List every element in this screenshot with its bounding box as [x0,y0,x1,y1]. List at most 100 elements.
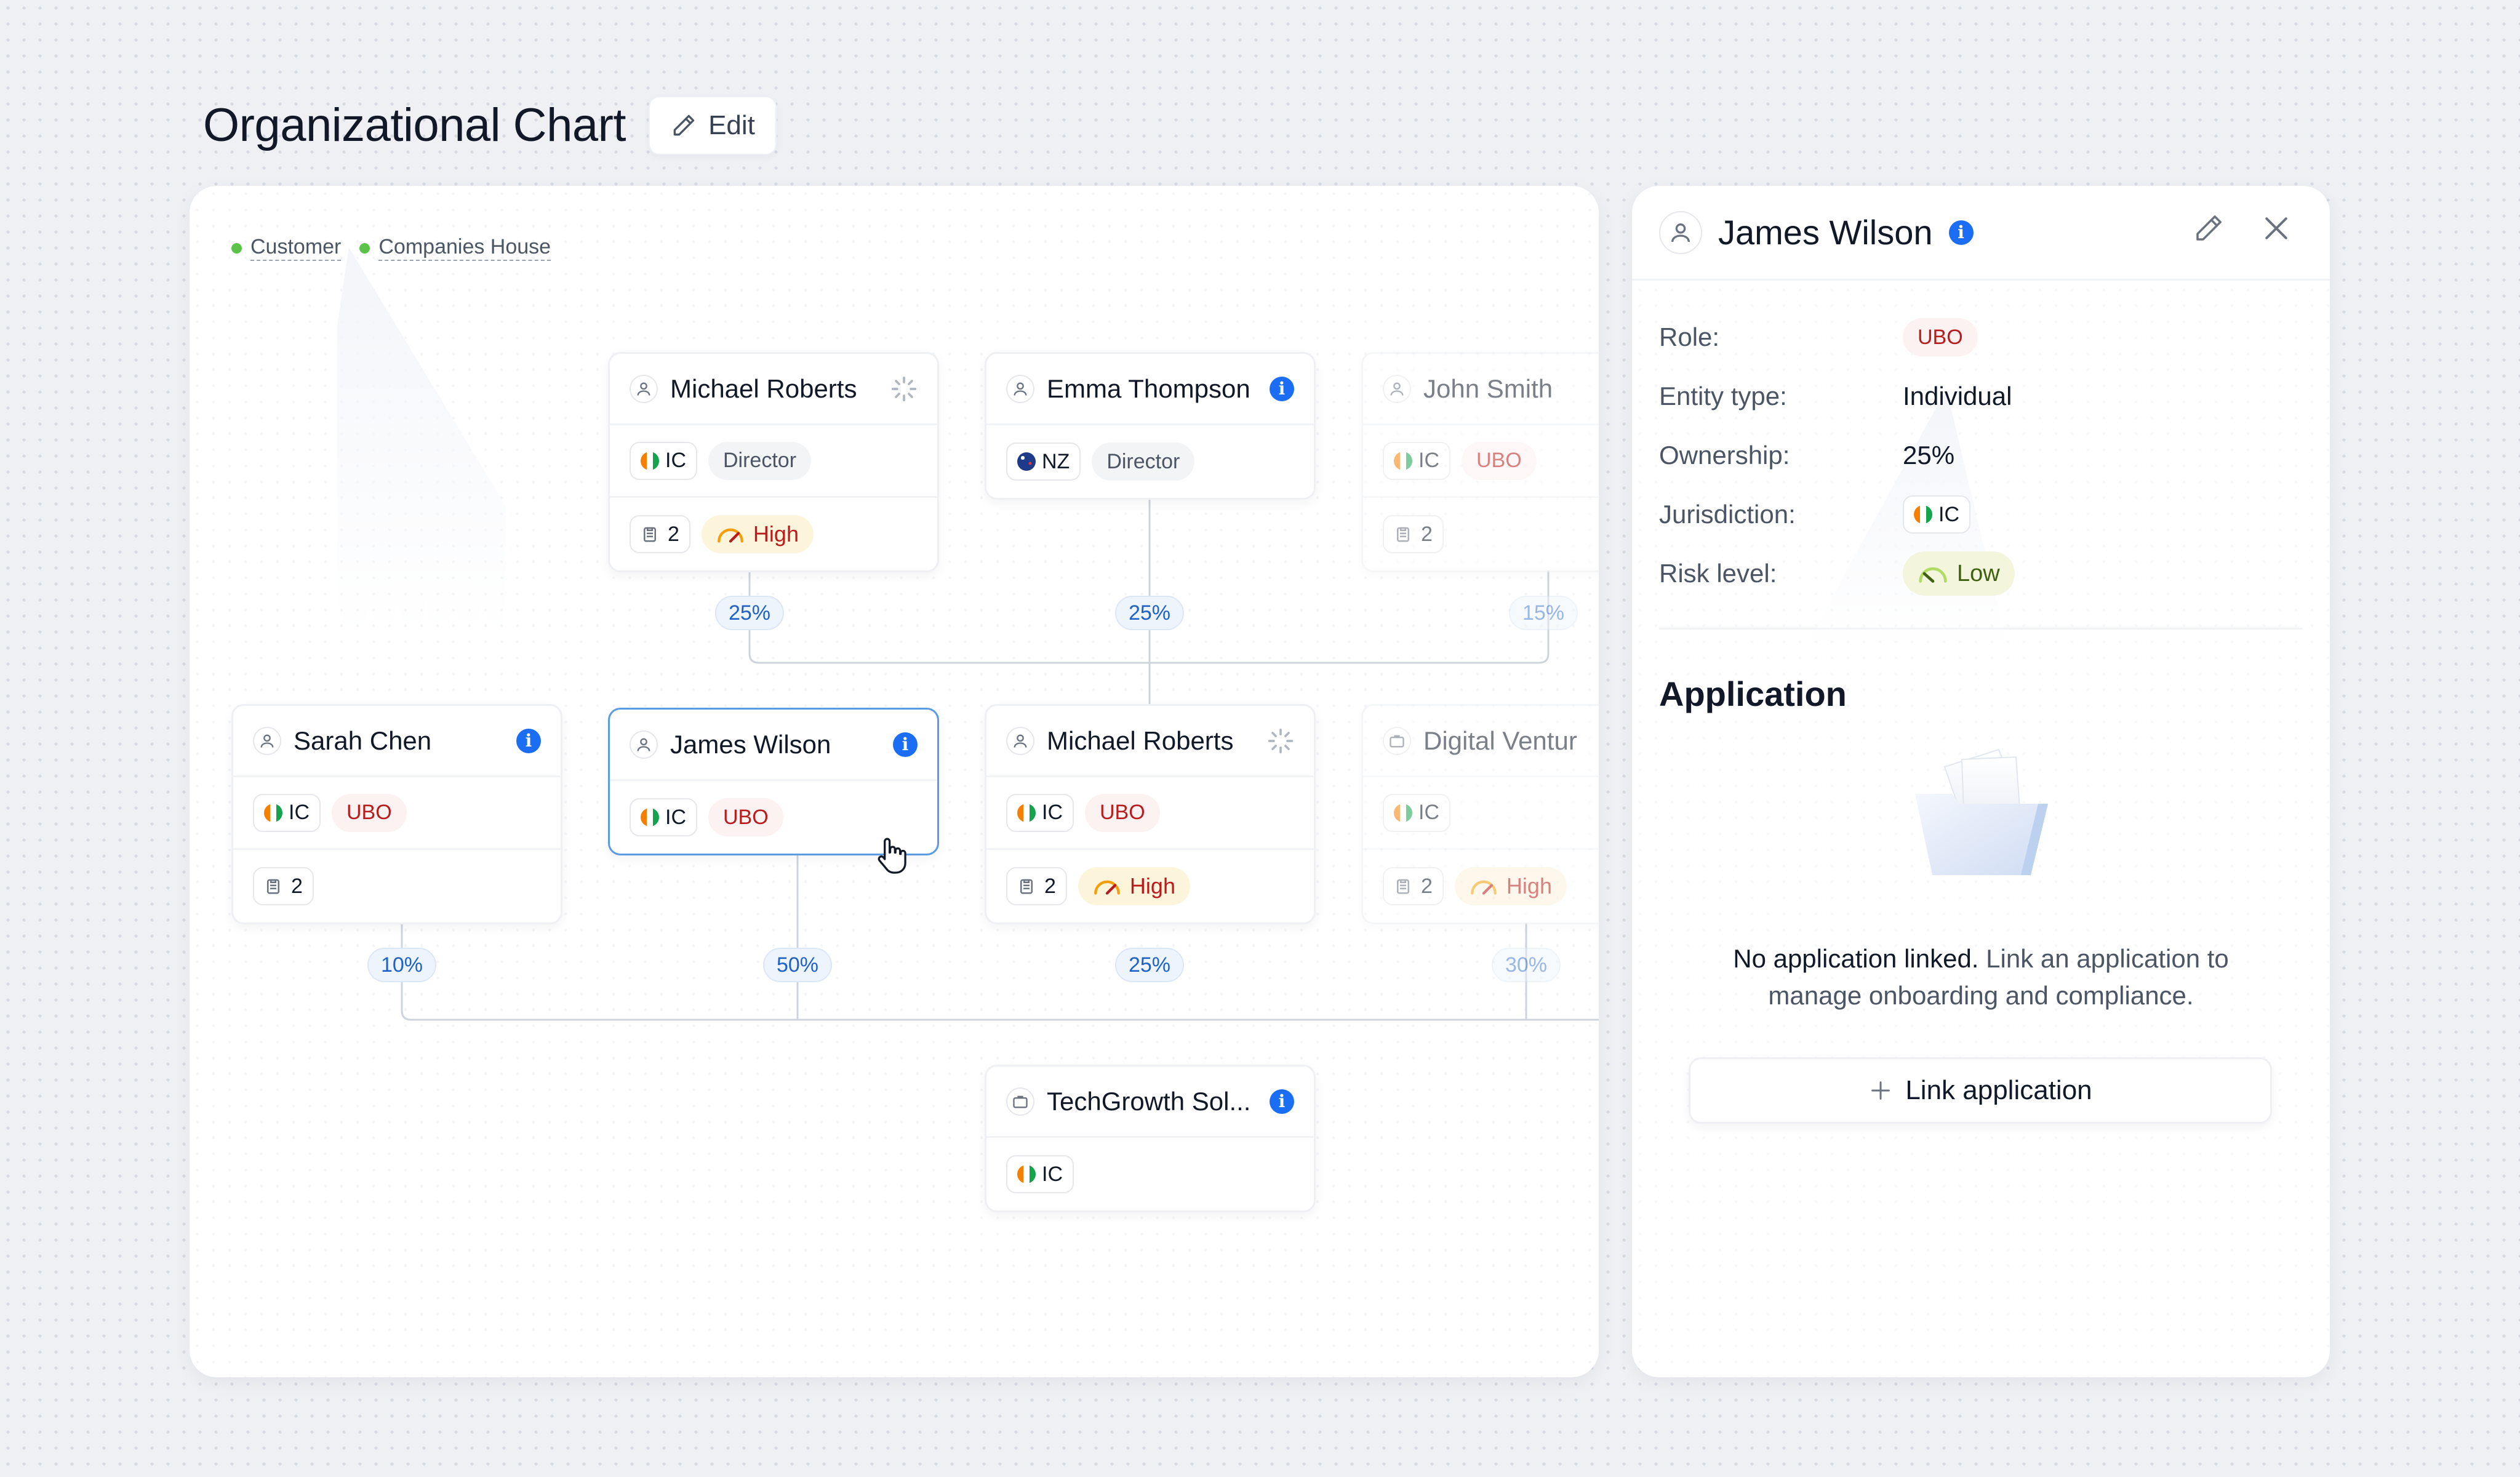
briefcase-icon [1006,1087,1034,1116]
gauge-high-icon [1094,880,1120,895]
jurisdiction-code: IC [1042,1162,1063,1186]
info-icon[interactable]: i [1948,220,1974,245]
person-icon [630,730,658,759]
node-header: TechGrowth Sol... i [986,1067,1314,1138]
documents-chip[interactable]: 2 [1006,867,1067,905]
spinner-icon [891,376,917,401]
node-meta-row: 2 [233,850,561,923]
node-tags-row: IC UBO [233,777,561,850]
org-chart-canvas[interactable]: Customer Companies House Michael Roberts [190,186,1599,1377]
field-jurisdiction: Jurisdiction: IC [1659,485,2303,544]
flag-icon [1394,803,1412,822]
node-name: Sarah Chen [294,726,432,755]
divider [1659,628,2303,630]
risk-label: High [1506,873,1552,899]
jurisdiction-code: IC [1042,801,1063,824]
person-icon [1659,210,1702,254]
panel-entity-name: James Wilson [1718,213,1933,252]
org-node-michael-roberts-2[interactable]: Michael Roberts IC UBO 2 High [985,704,1316,924]
jurisdiction-chip: IC [1006,793,1074,832]
jurisdiction-code: IC [1418,801,1439,824]
node-tags-row: IC Director [610,425,937,498]
info-icon[interactable]: i [1270,376,1294,401]
risk-chip: High [1454,867,1567,905]
field-label: Jurisdiction: [1659,500,1796,529]
gauge-low-icon [1919,567,1947,583]
flag-icon [641,451,659,470]
empty-state-text: No application linked. Link an applicati… [1632,940,2330,1014]
panel-actions [2192,212,2293,245]
clipboard-icon [1020,879,1033,894]
jurisdiction-chip: NZ [1006,442,1081,481]
field-label: Risk level: [1659,559,1777,588]
jurisdiction-code: IC [289,801,310,824]
field-role: Role: UBO [1659,308,2303,367]
ownership-label: 50% [762,948,833,982]
documents-chip[interactable]: 2 [1383,867,1444,905]
clipboard-icon [644,527,656,542]
node-meta-row: 2 High [1363,850,1599,923]
org-node-sarah-chen[interactable]: Sarah Chen i IC UBO 2 [231,704,562,924]
jurisdiction-code: IC [1418,449,1439,472]
flag-icon [1394,451,1412,470]
field-label: Ownership: [1659,441,1790,470]
org-node-james-wilson[interactable]: James Wilson i IC UBO [608,708,939,855]
risk-label: Low [1957,560,2000,586]
node-name: Michael Roberts [1047,726,1234,755]
edit-button[interactable]: Edit [649,96,777,155]
info-icon[interactable]: i [1270,1089,1294,1114]
clipboard-icon [267,879,279,894]
risk-chip: High [701,515,814,553]
org-node-digital-ventures[interactable]: Digital Ventur IC 2 High [1361,704,1599,924]
documents-chip[interactable]: 2 [630,515,690,553]
ownership-label: 30% [1491,948,1561,982]
person-icon [1006,726,1034,755]
field-label: Entity type: [1659,382,1787,410]
node-header: John Smith [1363,354,1599,425]
empty-state-strong: No application linked. [1733,944,1979,973]
pencil-icon[interactable] [2192,212,2225,245]
flag-icon [1017,803,1036,822]
node-name: Digital Ventur [1423,726,1577,755]
person-icon [253,726,281,755]
node-header: Digital Ventur [1363,706,1599,777]
role-chip: Director [1092,442,1195,481]
org-node-john-smith[interactable]: John Smith IC UBO 2 [1361,352,1599,572]
jurisdiction-chip: IC [1383,441,1450,480]
documents-chip[interactable]: 2 [1383,515,1444,553]
field-entity-type: Entity type: Individual [1659,367,2303,426]
org-node-techgrowth[interactable]: TechGrowth Sol... i IC [985,1065,1316,1212]
entity-fields: Role: UBO Entity type: Individual Owners… [1632,281,2330,603]
role-chip: UBO [1462,441,1537,480]
info-icon[interactable]: i [893,732,918,757]
jurisdiction-code: IC [665,805,686,829]
flag-icon [1914,505,1932,524]
flag-icon [1017,452,1036,471]
documents-count: 2 [291,874,303,898]
empty-folder-illustration [1915,748,2048,875]
info-icon[interactable]: i [516,728,541,753]
risk-chip: High [1078,867,1190,905]
role-chip: UBO [332,793,407,832]
clipboard-icon [1397,879,1409,894]
org-node-emma-thompson[interactable]: Emma Thompson i NZ Director [985,352,1316,500]
node-header: Emma Thompson i [986,354,1314,425]
entity-detail-panel: James Wilson i Role: UBO Entity type: In… [1632,186,2330,1377]
spinner-icon [1268,728,1294,753]
node-tags-row: NZ Director [986,425,1314,498]
field-ownership: Ownership: 25% [1659,426,2303,485]
link-application-button[interactable]: Link application [1689,1057,2272,1124]
node-tags-row: IC UBO [986,777,1314,850]
field-value: 25% [1903,441,1955,470]
documents-chip[interactable]: 2 [253,867,314,905]
role-chip: UBO [1085,793,1160,832]
node-tags-row: IC [986,1138,1314,1211]
risk-label: High [1129,873,1175,899]
node-header: Sarah Chen i [233,706,561,777]
org-node-michael-roberts[interactable]: Michael Roberts IC Director 2 High [608,352,939,572]
jurisdiction-chip: IC [253,793,321,832]
close-icon[interactable] [2260,212,2293,245]
plus-icon [1871,1081,1890,1100]
node-meta-row: 2 [1363,498,1599,570]
briefcase-icon [1383,726,1411,755]
